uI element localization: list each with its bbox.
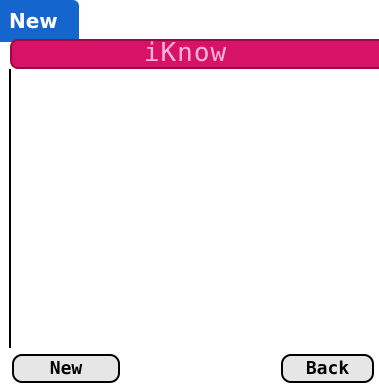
app-banner: iKnow — [10, 39, 379, 69]
content-area — [11, 69, 379, 348]
app-name: iKnow — [143, 37, 228, 68]
back-button[interactable]: Back — [281, 354, 374, 383]
form-title: New — [0, 0, 79, 39]
new-button[interactable]: New — [12, 354, 120, 383]
